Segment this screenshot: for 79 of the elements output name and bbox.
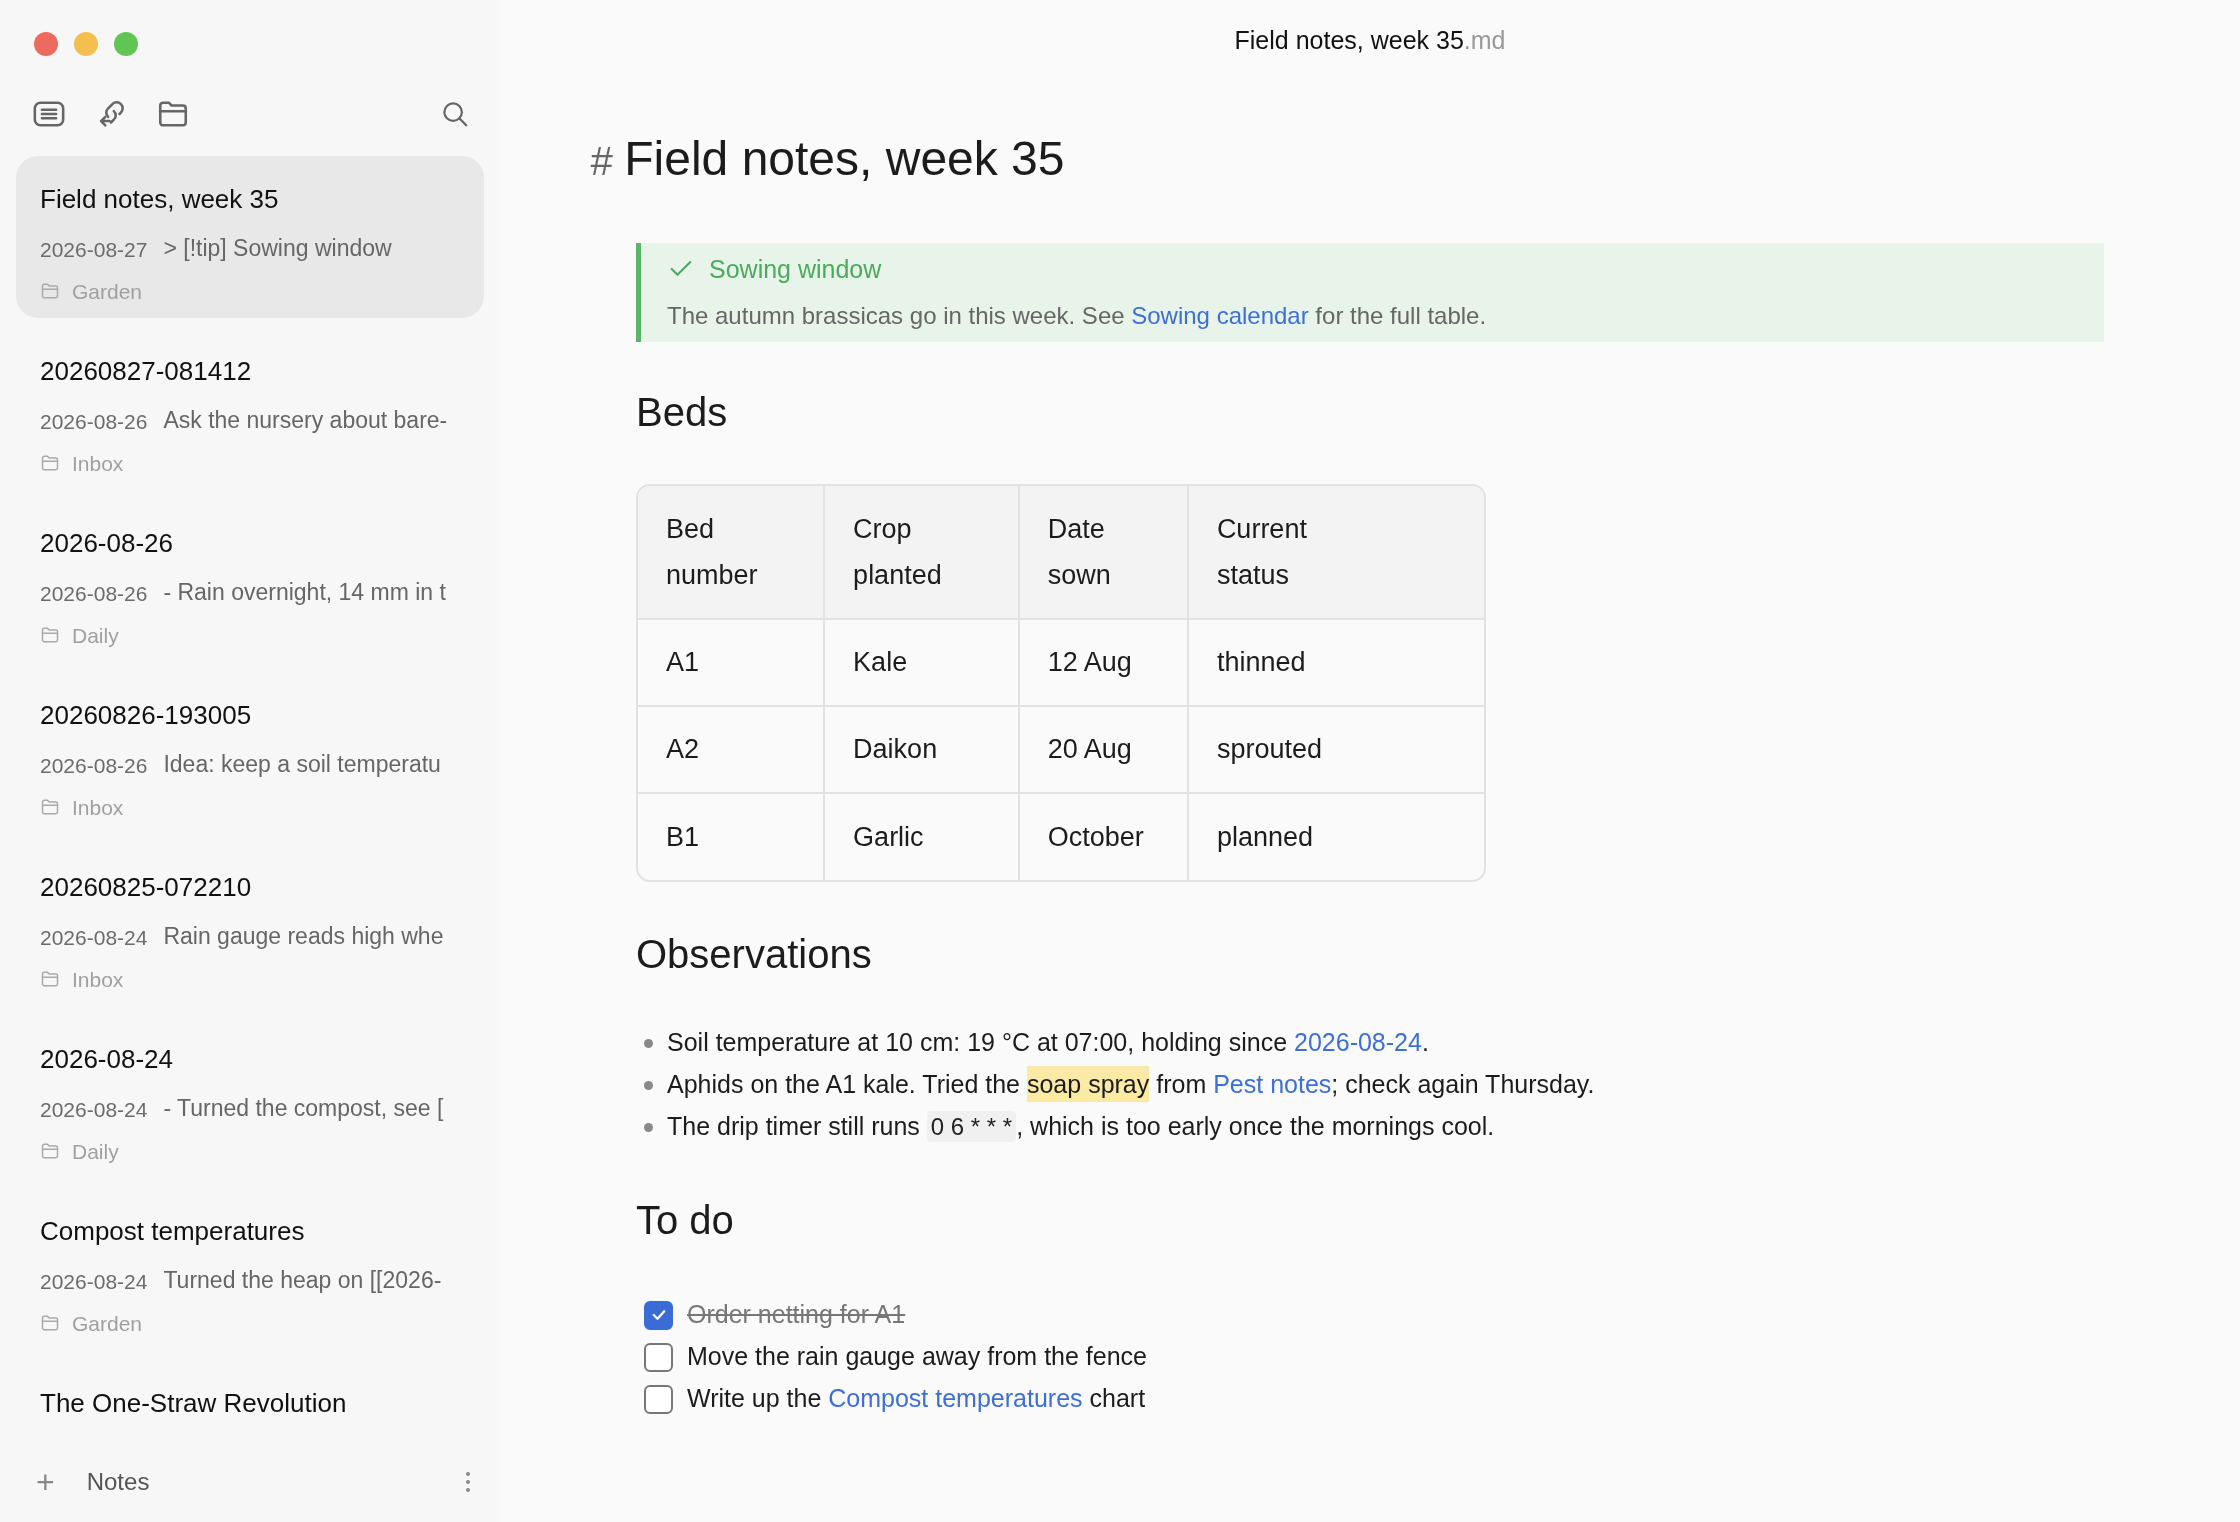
checkbox[interactable] (644, 1384, 673, 1414)
section-heading: Observations (636, 931, 873, 978)
checkbox[interactable] (644, 1342, 673, 1372)
note-title: Field notes, week 35 (40, 183, 280, 216)
section-heading: To do (636, 1197, 735, 1244)
task-label: Order netting for A1 (687, 1299, 906, 1331)
note-title: The One-Straw Revolution (40, 1387, 348, 1420)
note-item[interactable]: 20260827-081412 2026-08-26 Ask the nursery about bare- Inbox (16, 328, 484, 490)
callout-title: Sowing window (709, 253, 882, 285)
section-heading: Beds (636, 389, 729, 436)
callout-text: The autumn brassicas go in this week. See Sowing calendar for the full table. (667, 301, 1488, 331)
link[interactable]: Sowing calendar (1131, 302, 1309, 329)
close-button[interactable] (34, 32, 58, 56)
list-item: The drip timer still runs 0 6 * * * , which is too early once the mornings cool. (667, 1110, 1495, 1145)
note-preview: - Turned the compost, see [ (163, 1094, 444, 1123)
note-preview: Turned the heap on [[2026- (163, 1266, 442, 1295)
note-title: 20260825-072210 (40, 871, 253, 904)
search-button[interactable] (440, 99, 470, 129)
note-item[interactable]: 2026-08-24 2026-08-24 - Turned the compost, see [ Daily (16, 1016, 484, 1178)
column-header: Current status (1187, 486, 1484, 619)
list-item: Aphids on the A1 kale. Tried the soap spray from Pest notes; check again Thursday. (667, 1066, 1595, 1104)
bullet-icon (644, 1122, 653, 1132)
note-date: 2026-08-27 (40, 237, 148, 263)
note-item[interactable]: 2026-08-26 2026-08-26 - Rain overnight, 14 mm in t Daily (16, 500, 484, 662)
note-date: 2026-08-24 (40, 925, 148, 951)
note-item[interactable]: 20260826-193005 2026-08-26 Idea: keep a soil temperatu Inbox (16, 672, 484, 834)
table-cell: Daikon (824, 706, 1019, 793)
more-icon (464, 1470, 472, 1494)
note-date: 2026-08-26 (40, 581, 148, 607)
more-button[interactable] (464, 1470, 472, 1494)
table-cell: A2 (638, 706, 825, 793)
note-title: 20260826-193005 (40, 699, 253, 732)
search-icon (440, 99, 470, 129)
table-cell: planned (1187, 793, 1484, 880)
note-preview: > [!tip] Sowing window (163, 234, 392, 263)
table-cell: Kale (824, 619, 1019, 706)
note-item[interactable]: 20260825-072210 2026-08-24 Rain gauge reads high whe Inbox (16, 844, 484, 1006)
column-header: Date sown (1018, 486, 1188, 619)
folder-label: Garden (72, 1310, 143, 1337)
column-header: Bed number (638, 486, 825, 619)
note-date: 2026-08-24 (40, 1097, 148, 1123)
table-cell: 20 Aug (1018, 706, 1188, 793)
note-preview: - Rain overnight, 14 mm in t (163, 578, 446, 607)
column-header: Crop planted (824, 486, 1019, 619)
task-label: Write up the Compost temperatures chart (687, 1383, 1146, 1415)
table-cell: 12 Aug (1018, 619, 1188, 706)
note-preview: Ask the nursery about bare- (163, 406, 448, 435)
folder-label: Inbox (72, 450, 124, 477)
task-label: Move the rain gauge away from the fence (687, 1341, 1147, 1373)
list-item: Soil temperature at 10 cm: 19 °C at 07:00, holding since 2026-08-24. (667, 1027, 1429, 1059)
folder-label: Daily (72, 1138, 119, 1165)
folder-label: Garden (72, 278, 143, 305)
folder-label: Inbox (72, 794, 124, 821)
link[interactable]: 2026-08-24 (1294, 1028, 1422, 1057)
note-title: Compost temperatures (40, 1215, 306, 1248)
note-preview: Idea: keep a soil temperatu (163, 750, 441, 779)
link[interactable]: Compost temperatures (828, 1384, 1083, 1413)
note-title: 2026-08-26 (40, 527, 174, 560)
folder-label: Daily (72, 622, 119, 649)
table-cell: B1 (638, 793, 825, 880)
note-title: 2026-08-24 (40, 1043, 174, 1076)
table-cell: A1 (638, 619, 825, 706)
note-title: 20260827-081412 (40, 355, 253, 388)
note-preview: Rain gauge reads high whe (163, 922, 444, 951)
link[interactable]: Pest notes (1213, 1070, 1332, 1099)
note-item[interactable]: Field notes, week 35 2026-08-27 > [!tip] Sowing window Garden (16, 156, 484, 318)
bullet-icon (644, 1038, 653, 1048)
heading-mark: # (590, 137, 613, 185)
note-item[interactable]: The One-Straw Revolution (16, 1360, 484, 1442)
checkbox[interactable] (644, 1300, 673, 1330)
folder-label: Inbox (72, 966, 124, 993)
note-date: 2026-08-24 (40, 1269, 148, 1295)
note-date: 2026-08-26 (40, 409, 148, 435)
window-title: Field notes, week 35.md (1233, 25, 1507, 56)
bullet-icon (644, 1080, 653, 1090)
document-title: Field notes, week 35 (624, 130, 1065, 187)
notes-label: Notes (86, 1467, 150, 1497)
note-date: 2026-08-26 (40, 753, 148, 779)
note-item[interactable]: Compost temperatures 2026-08-24 Turned the heap on [[2026- Garden (16, 1188, 484, 1350)
